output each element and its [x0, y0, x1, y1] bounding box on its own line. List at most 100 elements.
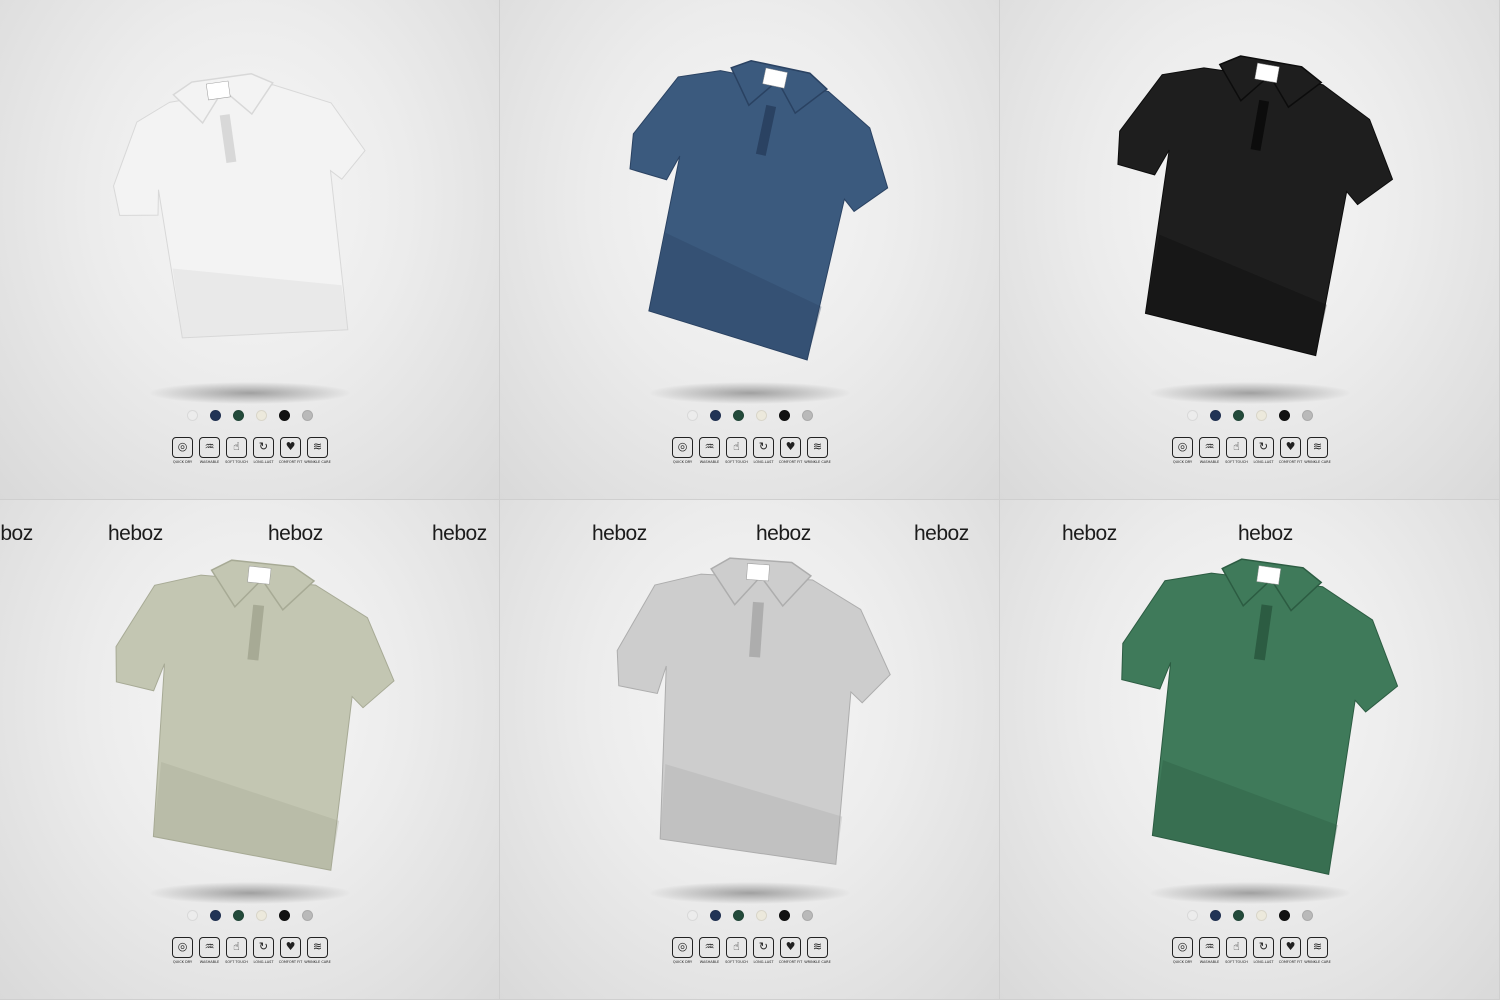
color-swatch[interactable]: [710, 410, 721, 421]
color-swatch[interactable]: [687, 410, 698, 421]
color-swatch[interactable]: [1187, 410, 1198, 421]
wrinkle-care-icon: ≋: [1307, 437, 1328, 458]
feature-item: ≋ WRINKLE CARE: [804, 437, 831, 464]
feature-item: ♒ WASHABLE: [698, 437, 722, 464]
color-swatch[interactable]: [1279, 910, 1290, 921]
color-swatch[interactable]: [756, 410, 767, 421]
feature-item: ↻ LONG-LAST: [252, 937, 276, 964]
washable-icon: ♒: [699, 937, 720, 958]
feature-label: QUICK DRY: [172, 960, 193, 964]
color-swatch[interactable]: [1256, 910, 1267, 921]
quick-dry-icon: ◎: [172, 437, 193, 458]
feature-label: LONG-LAST: [753, 960, 774, 964]
color-swatch[interactable]: [779, 410, 790, 421]
polo-shirt-black: [1117, 55, 1394, 357]
comfort-fit-icon: ♥: [280, 937, 301, 958]
color-swatches: [0, 410, 499, 421]
comfort-fit-icon: ♥: [1280, 437, 1301, 458]
color-swatch[interactable]: [1279, 410, 1290, 421]
feature-item: ↻ LONG-LAST: [752, 937, 776, 964]
feature-label: QUICK DRY: [1172, 960, 1193, 964]
feature-item: ≋ WRINKLE CARE: [1304, 437, 1331, 464]
polo-shirt-green: [1121, 558, 1399, 875]
feature-icons-row: ◎ QUICK DRY ♒ WASHABLE ☝ SOFT TOUCH ↻ LONG-LAST…: [1000, 937, 1499, 964]
color-swatch[interactable]: [187, 410, 198, 421]
color-swatch[interactable]: [279, 910, 290, 921]
floor-shadow: [150, 882, 350, 904]
washable-icon: ♒: [199, 437, 220, 458]
feature-item: ♒ WASHABLE: [198, 937, 222, 964]
feature-label: COMFORT FIT: [1278, 460, 1303, 464]
comfort-fit-icon: ♥: [280, 437, 301, 458]
feature-label: COMFORT FIT: [278, 960, 303, 964]
feature-label: LONG-LAST: [253, 960, 274, 964]
color-swatch[interactable]: [802, 910, 813, 921]
color-swatch[interactable]: [187, 910, 198, 921]
comfort-fit-icon: ♥: [1280, 937, 1301, 958]
feature-label: WRINKLE CARE: [304, 460, 331, 464]
color-swatch[interactable]: [802, 410, 813, 421]
quick-dry-icon: ◎: [672, 437, 693, 458]
feature-item: ≋ WRINKLE CARE: [1304, 937, 1331, 964]
feature-item: ☝ SOFT TOUCH: [1225, 437, 1249, 464]
polo-shirt-sage: [115, 559, 395, 871]
long-last-icon: ↻: [1253, 437, 1274, 458]
color-swatches: [500, 910, 999, 921]
color-swatch[interactable]: [756, 910, 767, 921]
soft-touch-icon: ☝: [226, 937, 247, 958]
product-panel-sage: heboz heboz heboz heboz ◎QUICK DRY♒WASHA…: [0, 500, 500, 1000]
color-swatch[interactable]: [710, 910, 721, 921]
feature-label: WRINKLE CARE: [804, 460, 831, 464]
color-swatch[interactable]: [302, 410, 313, 421]
product-panel-grey: heboz heboz heboz ◎ QUICK DRY ♒ WASHABLE ☝ SO…: [500, 500, 1000, 1000]
feature-label: WASHABLE: [199, 460, 220, 464]
comfort-fit-icon: ♥: [780, 437, 801, 458]
color-swatch[interactable]: [1210, 910, 1221, 921]
color-swatch[interactable]: [256, 410, 267, 421]
product-panel-white: ◎ QUICK DRY ♒ WASHABLE ☝ SOFT TOUCH ↻ LONG-LAST…: [0, 0, 500, 500]
feature-item: ↻ LONG-LAST: [752, 437, 776, 464]
color-swatch[interactable]: [1233, 910, 1244, 921]
color-swatch[interactable]: [210, 410, 221, 421]
feature-icons-row: ◎ QUICK DRY ♒ WASHABLE ☝ SOFT TOUCH ↻ LONG-LAST…: [500, 937, 999, 964]
feature-item: ◎ QUICK DRY: [171, 437, 195, 464]
color-swatch[interactable]: [1302, 410, 1313, 421]
color-swatch[interactable]: [733, 910, 744, 921]
color-swatch[interactable]: [233, 910, 244, 921]
feature-item: ☝ SOFT TOUCH: [225, 437, 249, 464]
color-swatch[interactable]: [733, 410, 744, 421]
feature-item: ☝ SOFT TOUCH: [725, 937, 749, 964]
product-panel-green: heboz heboz ◎ QUICK DRY ♒ WASHABLE ☝ SOFT TOU…: [1000, 500, 1500, 1000]
feature-icons-row: ◎ QUICK DRY ♒ WASHABLE ☝ SOFT TOUCH ↻ LONG-LAST…: [0, 437, 499, 464]
color-swatch[interactable]: [687, 910, 698, 921]
comfort-fit-icon: ♥: [780, 937, 801, 958]
color-swatch[interactable]: [1302, 910, 1313, 921]
color-swatch[interactable]: [256, 910, 267, 921]
color-swatch[interactable]: [1210, 410, 1221, 421]
color-swatches: [0, 910, 499, 921]
product-grid: ◎ QUICK DRY ♒ WASHABLE ☝ SOFT TOUCH ↻ LONG-LAST…: [0, 0, 1500, 1000]
color-swatch[interactable]: [1233, 410, 1244, 421]
feature-item: ☝ SOFT TOUCH: [225, 937, 249, 964]
feature-item: ≋ WRINKLE CARE: [304, 937, 331, 964]
feature-label: WASHABLE: [1199, 960, 1220, 964]
color-swatch[interactable]: [279, 410, 290, 421]
floor-shadow: [1150, 882, 1350, 904]
feature-label: LONG-LAST: [753, 460, 774, 464]
color-swatch[interactable]: [1256, 410, 1267, 421]
color-swatch[interactable]: [210, 910, 221, 921]
feature-label: SOFT TOUCH: [225, 460, 248, 464]
color-swatch[interactable]: [302, 910, 313, 921]
color-swatch[interactable]: [779, 910, 790, 921]
feature-item: ♥ COMFORT FIT: [279, 937, 303, 964]
washable-icon: ♒: [699, 437, 720, 458]
color-swatches: [1000, 410, 1499, 421]
color-swatch[interactable]: [1187, 910, 1198, 921]
feature-item: ◎ QUICK DRY: [1171, 937, 1195, 964]
feature-label: SOFT TOUCH: [725, 460, 748, 464]
floor-shadow: [150, 382, 350, 404]
feature-item: ♒ WASHABLE: [1198, 437, 1222, 464]
color-swatch[interactable]: [233, 410, 244, 421]
polo-shirt-white: [113, 72, 366, 339]
feature-item: ♥ COMFORT FIT: [779, 437, 803, 464]
